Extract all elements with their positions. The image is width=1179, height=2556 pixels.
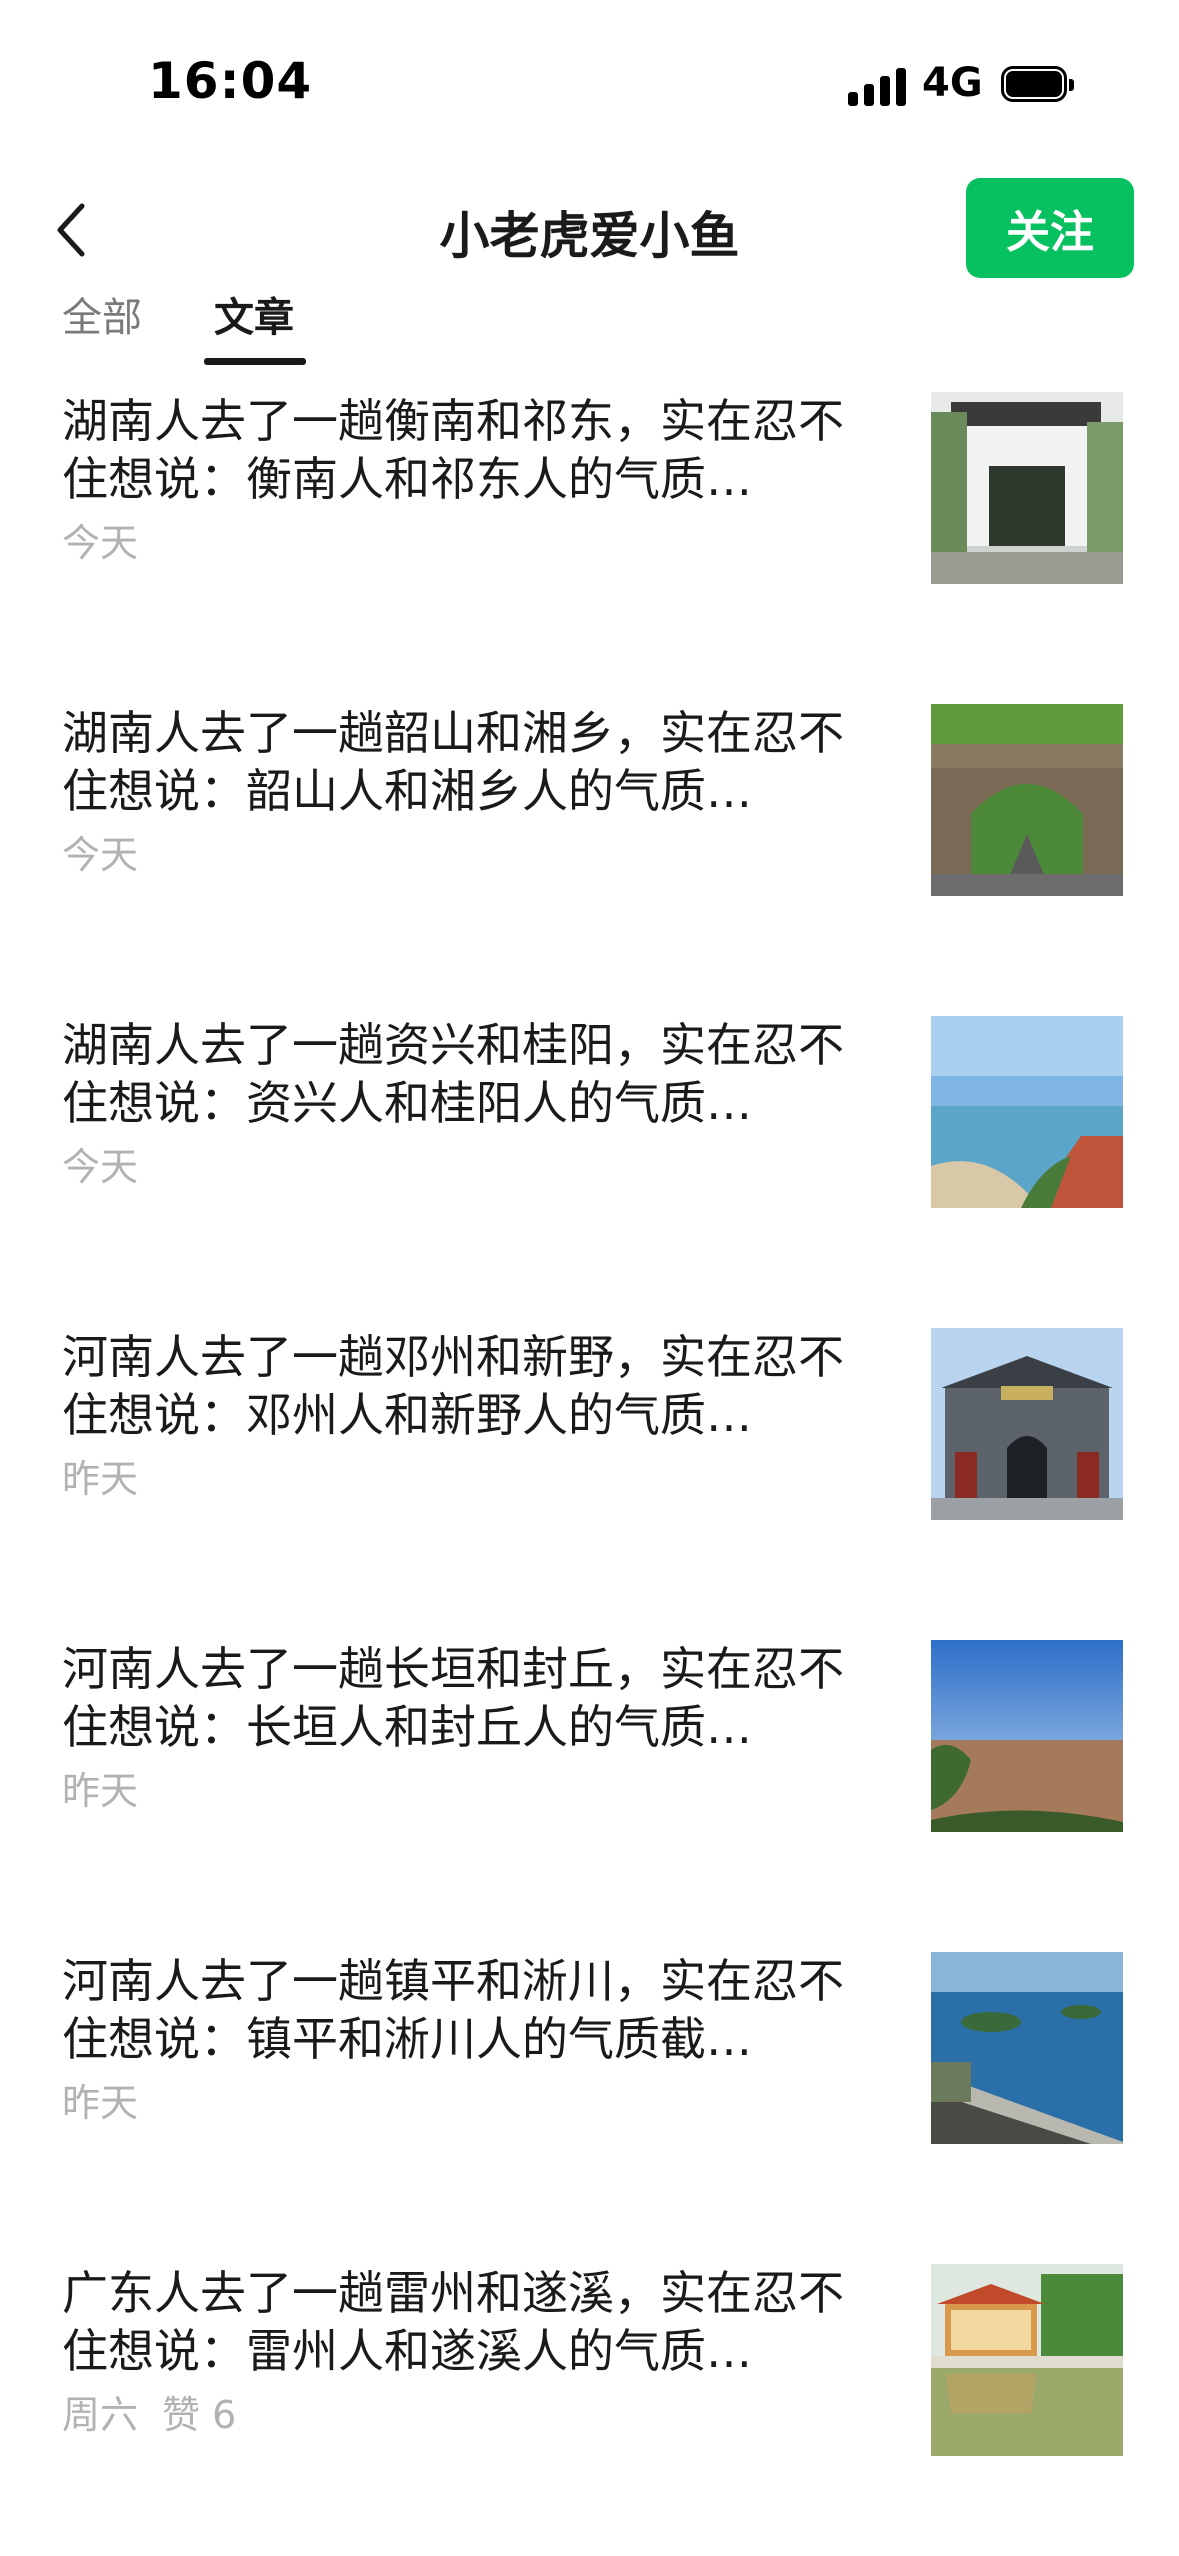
article-thumbnail bbox=[931, 1952, 1123, 2144]
network-type: 4G bbox=[922, 60, 983, 106]
article-title: 河南人去了一趟邓州和新野，实在忍不住想说：邓州人和新野人的气质… bbox=[62, 1330, 844, 1442]
article-date: 今天 bbox=[62, 1145, 139, 1189]
article-date: 昨天 bbox=[62, 1457, 139, 1501]
tab-bar: 全部 文章 bbox=[0, 288, 1179, 368]
article-item[interactable]: 河南人去了一趟镇平和淅川，实在忍不住想说：镇平和淅川人的气质截… 昨天 bbox=[0, 1952, 1179, 2192]
article-meta: 昨天 bbox=[62, 2072, 138, 2127]
article-item[interactable]: 湖南人去了一趟韶山和湘乡，实在忍不住想说：韶山人和湘乡人的气质… 今天 bbox=[0, 704, 1179, 944]
article-thumbnail bbox=[931, 1640, 1123, 1832]
article-meta: 昨天 bbox=[62, 1448, 138, 1503]
article-item[interactable]: 湖南人去了一趟资兴和桂阳，实在忍不住想说：资兴人和桂阳人的气质… 今天 bbox=[0, 1016, 1179, 1256]
article-title: 河南人去了一趟长垣和封丘，实在忍不住想说：长垣人和封丘人的气质… bbox=[62, 1642, 844, 1754]
article-title: 广东人去了一趟雷州和遂溪，实在忍不住想说：雷州人和遂溪人的气质… bbox=[62, 2266, 844, 2378]
article-meta: 今天 bbox=[62, 1136, 138, 1191]
chevron-left-icon bbox=[57, 203, 85, 257]
article-title: 湖南人去了一趟韶山和湘乡，实在忍不住想说：韶山人和湘乡人的气质… bbox=[62, 706, 844, 818]
article-meta: 今天 bbox=[62, 512, 138, 567]
article-date: 昨天 bbox=[62, 1769, 139, 1813]
article-thumbnail bbox=[931, 2264, 1123, 2456]
article-thumbnail bbox=[931, 704, 1123, 896]
signal-icon bbox=[848, 66, 908, 106]
article-item[interactable]: 河南人去了一趟邓州和新野，实在忍不住想说：邓州人和新野人的气质… 昨天 bbox=[0, 1328, 1179, 1568]
tab-articles[interactable]: 文章 bbox=[214, 288, 294, 360]
article-item[interactable]: 广东人去了一趟雷州和遂溪，实在忍不住想说：雷州人和遂溪人的气质… 周六赞 6 bbox=[0, 2264, 1179, 2504]
active-tab-indicator bbox=[204, 358, 306, 365]
article-meta: 昨天 bbox=[62, 1760, 138, 1815]
article-title: 河南人去了一趟镇平和淅川，实在忍不住想说：镇平和淅川人的气质截… bbox=[62, 1954, 844, 2066]
article-likes: 赞 6 bbox=[162, 2393, 237, 2437]
battery-icon bbox=[1001, 66, 1074, 106]
article-thumbnail bbox=[931, 1016, 1123, 1208]
article-item[interactable]: 湖南人去了一趟衡南和祁东，实在忍不住想说：衡南人和祁东人的气质… 今天 bbox=[0, 392, 1179, 632]
article-thumbnail bbox=[931, 392, 1123, 584]
article-date: 周六 bbox=[62, 2393, 139, 2437]
article-title: 湖南人去了一趟衡南和祁东，实在忍不住想说：衡南人和祁东人的气质… bbox=[62, 394, 844, 506]
article-meta: 今天 bbox=[62, 824, 138, 879]
article-thumbnail bbox=[931, 1328, 1123, 1520]
status-time: 16:04 bbox=[148, 52, 313, 110]
article-date: 昨天 bbox=[62, 2081, 139, 2125]
article-date: 今天 bbox=[62, 521, 139, 565]
article-meta: 周六赞 6 bbox=[62, 2384, 236, 2439]
tab-all[interactable]: 全部 bbox=[62, 288, 142, 360]
article-date: 今天 bbox=[62, 833, 139, 877]
follow-button[interactable]: 关注 bbox=[966, 178, 1134, 278]
article-item[interactable]: 河南人去了一趟长垣和封丘，实在忍不住想说：长垣人和封丘人的气质… 昨天 bbox=[0, 1640, 1179, 1880]
back-button[interactable] bbox=[40, 190, 100, 270]
status-bar: 16:04 4G bbox=[0, 0, 1179, 170]
article-title: 湖南人去了一趟资兴和桂阳，实在忍不住想说：资兴人和桂阳人的气质… bbox=[62, 1018, 844, 1130]
